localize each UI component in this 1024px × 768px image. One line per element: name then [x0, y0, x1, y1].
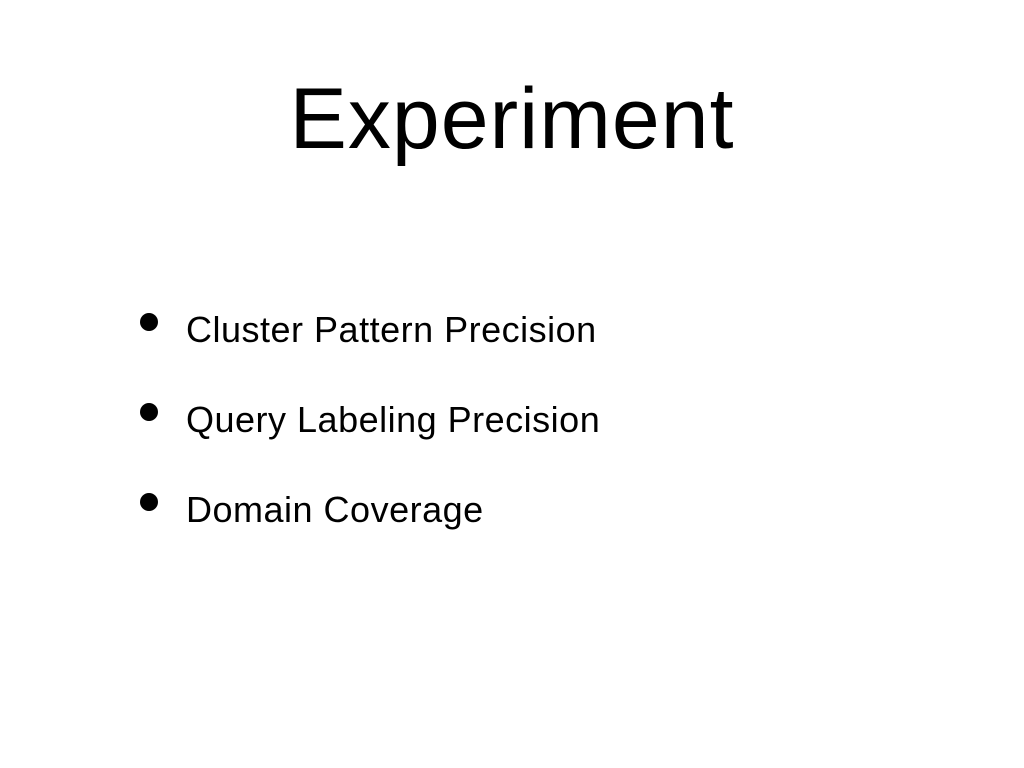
- bullet-icon: [140, 493, 158, 511]
- slide-title: Experiment: [100, 70, 924, 169]
- bullet-text: Query Labeling Precision: [186, 399, 600, 441]
- slide-container: Experiment Cluster Pattern Precision Que…: [0, 0, 1024, 768]
- bullet-list: Cluster Pattern Precision Query Labeling…: [100, 309, 924, 531]
- list-item: Domain Coverage: [140, 489, 924, 531]
- list-item: Query Labeling Precision: [140, 399, 924, 441]
- bullet-text: Cluster Pattern Precision: [186, 309, 597, 351]
- bullet-icon: [140, 313, 158, 331]
- list-item: Cluster Pattern Precision: [140, 309, 924, 351]
- bullet-text: Domain Coverage: [186, 489, 484, 531]
- bullet-icon: [140, 403, 158, 421]
